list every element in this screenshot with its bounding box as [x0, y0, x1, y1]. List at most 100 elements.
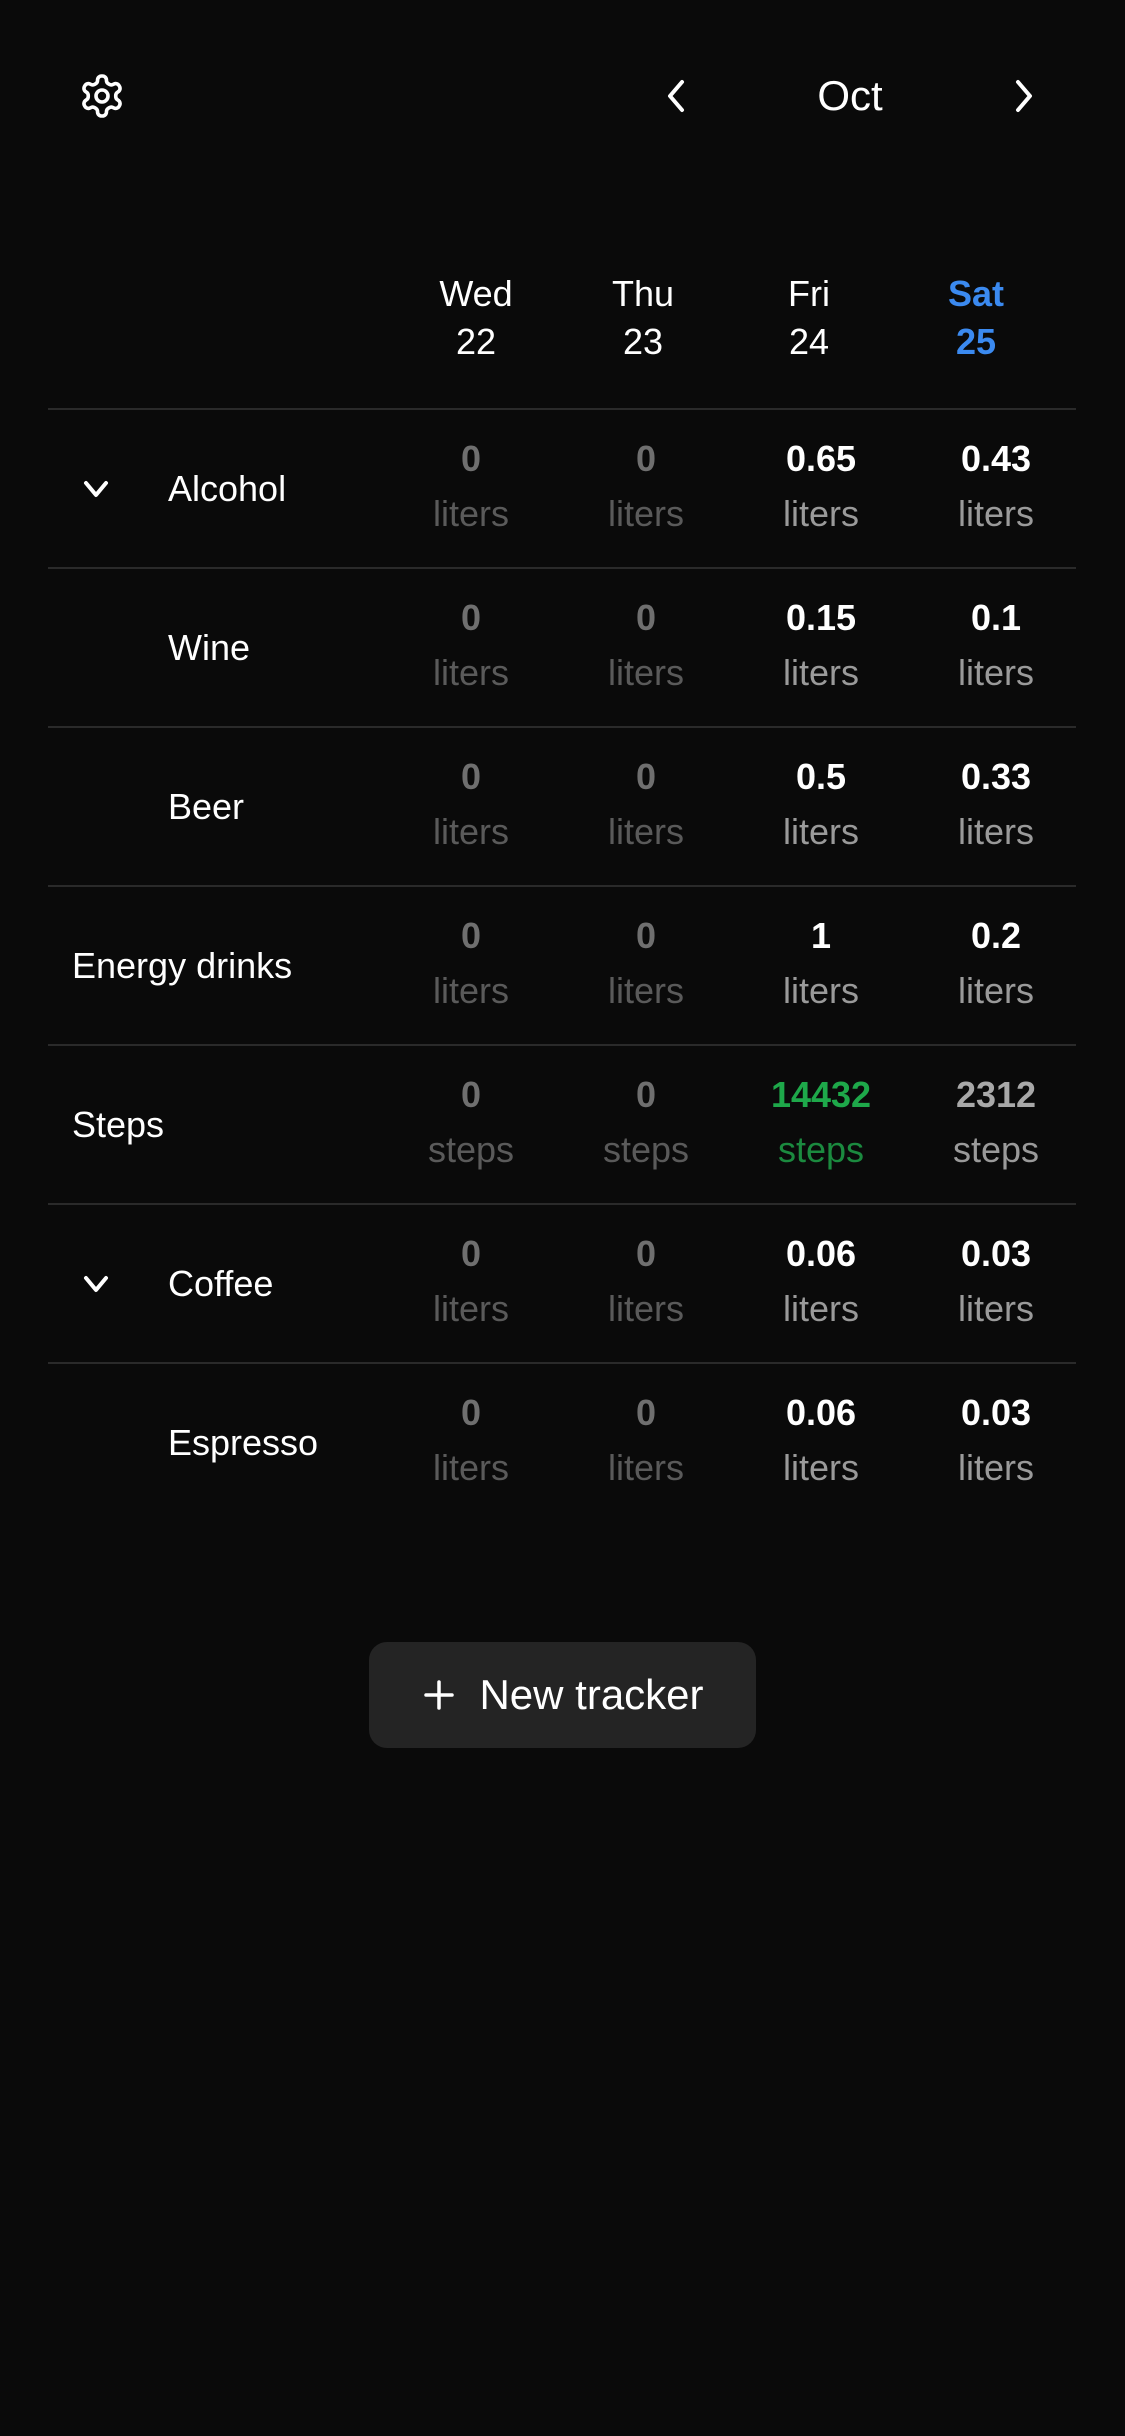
tracker-label: Espresso	[168, 1421, 319, 1463]
day-date: 22	[455, 321, 497, 362]
value-cell[interactable]: 0.1 liters	[916, 593, 1076, 703]
value-cell[interactable]: 0.06 liters	[741, 1388, 901, 1498]
tracker-label: Steps	[72, 1103, 165, 1145]
unit: liters	[607, 811, 684, 852]
chevron-left-icon	[668, 80, 684, 112]
tracker-row-beer[interactable]: Beer 0 liters 0 liters 0.5 liters 0.33 liter…	[48, 728, 1076, 885]
previous-week-button[interactable]	[658, 70, 694, 122]
day-date: 25	[955, 321, 997, 362]
value-cell[interactable]: 0 steps	[566, 1070, 726, 1180]
day-weekday: Thu	[611, 273, 675, 314]
value-cell[interactable]: 0.03 liters	[916, 1229, 1076, 1339]
unit: liters	[607, 970, 684, 1011]
unit: liters	[432, 652, 509, 693]
value: 14432	[770, 1074, 872, 1115]
unit: steps	[602, 1129, 690, 1170]
value-cell[interactable]: 0.03 liters	[916, 1388, 1076, 1498]
value: 0	[460, 597, 482, 638]
value-cell[interactable]: 0.5 liters	[741, 752, 901, 862]
value-cell[interactable]: 0 liters	[566, 911, 726, 1021]
unit: liters	[432, 970, 509, 1011]
value: 0.5	[795, 756, 847, 797]
unit: liters	[957, 493, 1034, 534]
value: 0	[460, 1074, 482, 1115]
unit: liters	[957, 1447, 1034, 1488]
tracker-row-alcohol[interactable]: Alcohol 0 liters 0 liters 0.65 liters 0.43 l…	[48, 410, 1076, 567]
tracker-label: Coffee	[168, 1262, 274, 1304]
value: 0	[635, 1074, 657, 1115]
value-cell[interactable]: 0 liters	[566, 752, 726, 862]
unit: steps	[952, 1129, 1040, 1170]
value: 0	[635, 756, 657, 797]
value-cell[interactable]: 0 liters	[391, 752, 551, 862]
value-cell[interactable]: 0.33 liters	[916, 752, 1076, 862]
unit: liters	[957, 970, 1034, 1011]
day-header-fri: Fri 24	[739, 270, 879, 366]
day-date: 23	[622, 321, 664, 362]
day-header-thu: Thu 23	[573, 270, 713, 366]
value: 0	[460, 1392, 482, 1433]
next-week-button[interactable]	[1006, 70, 1042, 122]
unit: liters	[957, 652, 1034, 693]
value-cell[interactable]: 0 liters	[566, 1229, 726, 1339]
value-cell[interactable]: 0 liters	[391, 434, 551, 544]
unit: liters	[607, 652, 684, 693]
value-cell[interactable]: 0 steps	[391, 1070, 551, 1180]
value: 0.1	[970, 597, 1022, 638]
unit: liters	[782, 1447, 859, 1488]
value-cell[interactable]: 0 liters	[391, 911, 551, 1021]
new-tracker-button[interactable]: New tracker	[369, 1642, 756, 1748]
tracker-row-coffee[interactable]: Coffee 0 liters 0 liters 0.06 liters 0.03 li…	[48, 1205, 1076, 1362]
value: 0.43	[960, 438, 1032, 479]
unit: liters	[957, 811, 1034, 852]
unit: liters	[607, 1447, 684, 1488]
unit: liters	[432, 493, 509, 534]
unit: liters	[432, 1288, 509, 1329]
value-cell[interactable]: 0.65 liters	[741, 434, 901, 544]
unit: liters	[432, 1447, 509, 1488]
value: 0	[460, 756, 482, 797]
value: 1	[810, 915, 832, 956]
unit: liters	[782, 652, 859, 693]
chevron-down-icon[interactable]	[78, 1266, 114, 1302]
tracker-row-energy-drinks[interactable]: Energy drinks 0 liters 0 liters 1 liters 0.…	[48, 887, 1076, 1044]
value-cell[interactable]: 2312 steps	[916, 1070, 1076, 1180]
top-bar: Oct	[0, 0, 1125, 190]
value-cell[interactable]: 0 liters	[391, 1229, 551, 1339]
chevron-down-icon[interactable]	[78, 471, 114, 507]
value-cell[interactable]: 0 liters	[391, 1388, 551, 1498]
unit: liters	[782, 970, 859, 1011]
day-weekday: Wed	[439, 273, 513, 314]
value: 0.33	[960, 756, 1032, 797]
tracker-label: Energy drinks	[72, 944, 293, 986]
value-cell[interactable]: 0 liters	[566, 593, 726, 703]
tracker-label: Beer	[168, 785, 245, 827]
day-header-row: Wed 22 Thu 23 Fri 24 Sat 25	[0, 270, 1125, 370]
unit: liters	[607, 1288, 684, 1329]
value: 0.06	[785, 1233, 857, 1274]
day-weekday: Sat	[947, 273, 1005, 314]
tracker-row-wine[interactable]: Wine 0 liters 0 liters 0.15 liters 0.1 liter…	[48, 569, 1076, 726]
value-cell[interactable]: 0.43 liters	[916, 434, 1076, 544]
value-cell[interactable]: 0 liters	[566, 1388, 726, 1498]
value-cell[interactable]: 0.2 liters	[916, 911, 1076, 1021]
value: 0	[635, 597, 657, 638]
month-title: Oct	[817, 72, 883, 119]
day-header-wed: Wed 22	[406, 270, 546, 366]
value: 0.03	[960, 1392, 1032, 1433]
settings-button[interactable]	[78, 72, 126, 120]
value-cell[interactable]: 0 liters	[391, 593, 551, 703]
value: 0.2	[970, 915, 1022, 956]
value: 0	[460, 438, 482, 479]
value-cell[interactable]: 0 liters	[566, 434, 726, 544]
value-cell[interactable]: 0.15 liters	[741, 593, 901, 703]
unit: liters	[432, 811, 509, 852]
value-cell[interactable]: 1 liters	[741, 911, 901, 1021]
unit: liters	[782, 1288, 859, 1329]
value: 0.15	[785, 597, 857, 638]
tracker-row-steps[interactable]: Steps 0 steps 0 steps 14432 steps 2312 steps	[48, 1046, 1076, 1203]
value-cell-goal-met[interactable]: 14432 steps	[741, 1070, 901, 1180]
tracker-label: Wine	[168, 626, 251, 668]
tracker-row-espresso[interactable]: Espresso 0 liters 0 liters 0.06 liters 0.03…	[48, 1364, 1076, 1521]
value-cell[interactable]: 0.06 liters	[741, 1229, 901, 1339]
